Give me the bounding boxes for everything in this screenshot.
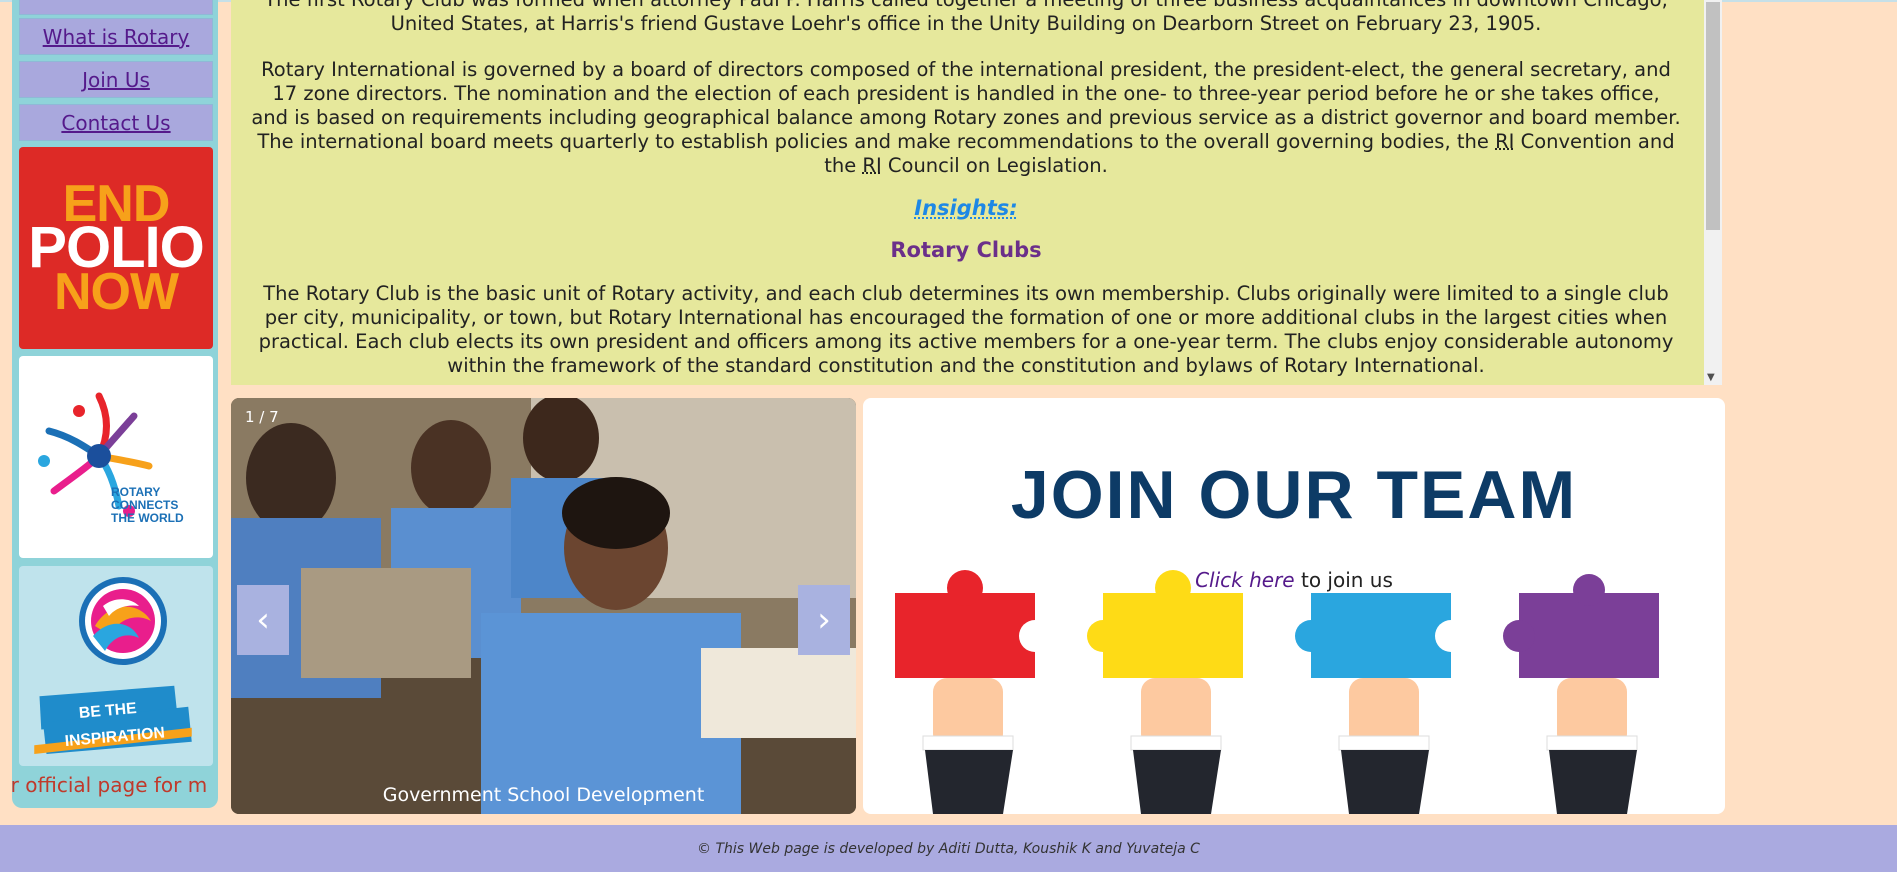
students-photo	[231, 398, 856, 814]
clubs-line-1: The Rotary Club is the basic unit of Rot…	[263, 282, 1669, 305]
sidebar: What is Rotary Join Us Contact Us END PO…	[12, 0, 218, 808]
nav-join-us[interactable]: Join Us	[19, 61, 213, 98]
inspiration-wave-icon	[79, 577, 167, 665]
governance-line-2: 17 zone directors. The nomination and th…	[272, 82, 1660, 105]
governance-line-5a: the	[824, 154, 863, 177]
ri-abbreviation[interactable]: RI	[862, 154, 881, 177]
join-cta: Click here to join us	[863, 568, 1725, 592]
governance-line-5: the RI Council on Legislation.	[241, 154, 1691, 178]
governance-line-3: and is based on requirements including g…	[251, 106, 1681, 129]
content-text: The first Rotary Club was formed when at…	[231, 0, 1701, 378]
click-here-link[interactable]: Click here	[1195, 568, 1295, 592]
nav-item-hidden[interactable]	[19, 0, 213, 15]
footer: © This Web page is developed by Aditi Du…	[0, 825, 1897, 872]
nav-contact-us[interactable]: Contact Us	[19, 104, 213, 141]
intro-line-1: The first Rotary Club was formed when at…	[241, 0, 1691, 12]
inspiration-banner-ribbon: BE THE INSPIRATION	[34, 685, 192, 754]
footer-credit: © This Web page is developed by Aditi Du…	[697, 840, 1200, 857]
slideshow: 1 / 7 ‹ › Government School Development	[231, 398, 856, 814]
join-cta-text: to join us	[1294, 568, 1393, 592]
join-team-panel: JOIN OUR TEAM Click here to join us	[863, 398, 1725, 814]
rotary-connects-text: ROTARY CONNECTS THE WORLD	[111, 486, 184, 525]
rotary-connects-banner: ROTARY CONNECTS THE WORLD	[19, 356, 213, 558]
nav-what-is-rotary[interactable]: What is Rotary	[19, 18, 213, 55]
insights-heading[interactable]: Insights:	[231, 196, 1701, 220]
next-slide-button[interactable]: ›	[798, 585, 850, 655]
governance-line-4b: Convention and	[1514, 130, 1675, 153]
puzzle-hands-illustration	[895, 570, 1659, 814]
clubs-line-3: practical. Each club elects its own pres…	[258, 330, 1674, 353]
governance-line-1: Rotary International is governed by a bo…	[261, 58, 1671, 81]
slide-counter: 1 / 7	[245, 408, 279, 426]
rotary-connects-logo-icon	[38, 392, 153, 517]
scrollbar-thumb[interactable]	[1706, 2, 1720, 230]
slide-caption: Government School Development	[382, 784, 705, 806]
end-polio-now-banner: END POLIO NOW	[19, 147, 213, 349]
intro-line-2: United States, at Harris's friend Gustav…	[390, 12, 1542, 35]
governance-line-4a: The international board meets quarterly …	[257, 130, 1496, 153]
content-scrollbar[interactable]: ▼	[1704, 0, 1722, 385]
clubs-line-4: within the framework of the standard con…	[447, 354, 1485, 377]
scroll-down-arrow-icon[interactable]: ▼	[1707, 372, 1715, 383]
rotary-clubs-heading: Rotary Clubs	[890, 238, 1042, 262]
polio-line-3: NOW	[53, 263, 179, 321]
previous-slide-button[interactable]: ‹	[237, 585, 289, 655]
content-panel[interactable]: The first Rotary Club was formed when at…	[231, 0, 1704, 385]
scrolling-ticker: ur official page for m	[12, 770, 218, 800]
connects-line-3: THE WORLD	[111, 511, 184, 525]
governance-line-4: The international board meets quarterly …	[241, 130, 1691, 154]
clubs-line-2: per city, municipality, or town, but Rot…	[264, 306, 1668, 329]
ri-abbreviation[interactable]: RI	[1495, 130, 1514, 153]
ticker-text: ur official page for m	[12, 773, 208, 797]
governance-line-5b: Council on Legislation.	[881, 154, 1108, 177]
be-the-inspiration-banner: BE THE INSPIRATION	[19, 566, 213, 766]
